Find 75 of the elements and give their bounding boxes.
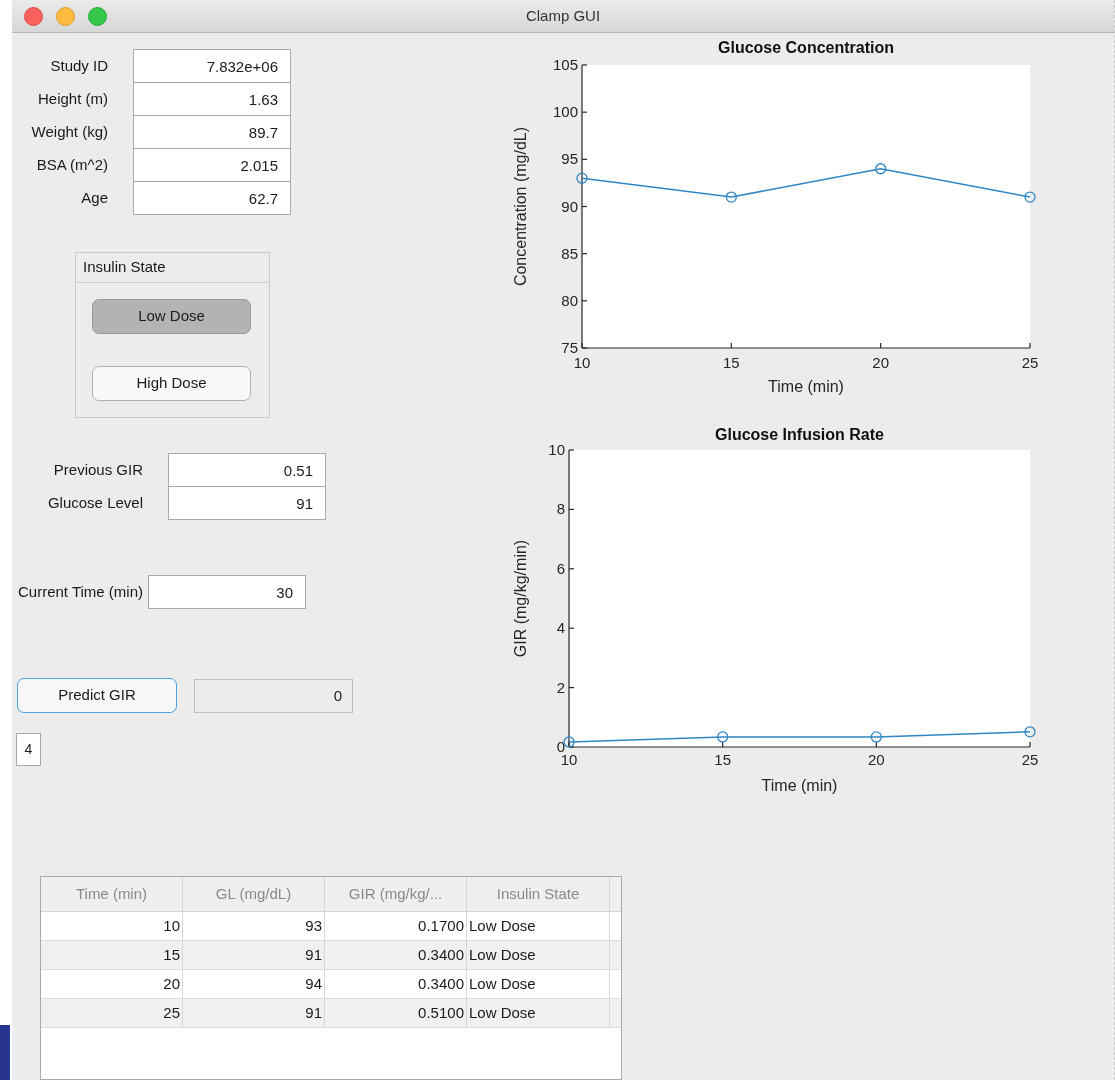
dose-toggle-button[interactable]: Low Dose: [92, 299, 251, 334]
current-time-field[interactable]: 30: [148, 575, 307, 609]
table-cell: Low Dose: [467, 999, 610, 1027]
input-field[interactable]: 89.7: [133, 115, 291, 149]
predict-gir-button[interactable]: Predict GIR: [17, 678, 177, 713]
data-point: [576, 172, 588, 184]
axis-tick-label: 80: [561, 291, 578, 309]
predicted-gir-field[interactable]: 0: [194, 678, 353, 713]
table-cell: Low Dose: [467, 970, 610, 998]
axis-tick-label: 2: [556, 678, 565, 696]
input-field[interactable]: 62.7: [133, 181, 291, 215]
input-field[interactable]: 91: [168, 486, 326, 520]
dose-toggle-button[interactable]: High Dose: [92, 366, 251, 401]
chart-title: Glucose Concentration: [718, 39, 894, 56]
data-point: [875, 163, 887, 175]
axis-tick-label: 10: [548, 441, 565, 458]
chart-title: Glucose Infusion Rate: [715, 426, 884, 443]
table-cell: 91: [183, 941, 325, 969]
table-cell: 15: [41, 941, 183, 969]
axis-tick-label: 25: [1021, 354, 1039, 371]
field-label: Age: [80, 187, 108, 208]
axis-tick-label: 95: [561, 150, 578, 168]
window-title: Clamp GUI: [525, 5, 601, 26]
axis-tick-label: 20: [872, 354, 889, 371]
panel-title: Insulin State: [83, 257, 166, 278]
axis-tick-label: 10: [573, 354, 591, 371]
input-field[interactable]: 2.015: [133, 148, 291, 182]
axis-tick-label: 15: [714, 751, 731, 768]
table-cell: 0.3400: [325, 941, 467, 969]
table-cell: 0.5100: [325, 999, 467, 1027]
input-field[interactable]: 7.832e+06: [133, 49, 291, 83]
field-label: Current Time (min): [18, 581, 144, 602]
table-cell: 0.3400: [325, 970, 467, 998]
table-cell: 91: [183, 999, 325, 1027]
field-label: Previous GIR: [52, 459, 143, 480]
table-cell: Low Dose: [467, 912, 610, 940]
close-button[interactable]: [24, 6, 43, 26]
data-point: [717, 731, 729, 743]
data-point: [870, 731, 882, 743]
maximize-button[interactable]: [88, 6, 107, 26]
field-label: Height (m): [37, 88, 108, 109]
axis-tick-label: 105: [552, 56, 578, 73]
field-label: Glucose Level: [46, 492, 143, 513]
axis-tick-label: 100: [552, 103, 578, 121]
axis-tick-label: 85: [561, 244, 578, 262]
axis-title: Time (min): [761, 777, 838, 794]
axis-tick-label: 75: [561, 339, 578, 356]
field-label: Study ID: [49, 55, 108, 76]
axis-title: GIR (mg/kg/min): [512, 539, 529, 658]
axis-tick-label: 6: [556, 559, 565, 577]
table-cell: 25: [41, 999, 183, 1027]
data-point: [1024, 191, 1036, 203]
data-point: [1024, 726, 1036, 738]
table-cell: 93: [183, 912, 325, 940]
table-cell: 20: [41, 970, 183, 998]
table-cell: 0.1700: [325, 912, 467, 940]
axis-tick-label: 4: [556, 619, 565, 637]
table-cell: 10: [41, 912, 183, 940]
axis-title: Time (min): [768, 378, 844, 395]
count-label: 4: [16, 733, 41, 766]
axis-tick-label: 8: [556, 500, 565, 518]
input-field[interactable]: 0.51: [168, 453, 326, 487]
axis-tick-label: 20: [868, 751, 885, 768]
table-cell: 94: [183, 970, 325, 998]
field-label: Weight (kg): [30, 121, 108, 142]
axis-tick-label: 90: [561, 197, 578, 215]
data-point: [725, 191, 737, 203]
table-cell: Low Dose: [467, 941, 610, 969]
axis-tick-label: 15: [723, 354, 740, 371]
data-point: [563, 736, 575, 748]
input-field[interactable]: 1.63: [133, 82, 291, 116]
axis-title: Concentration (mg/dL): [512, 126, 529, 287]
axis-tick-label: 25: [1021, 751, 1039, 768]
field-label: BSA (m^2): [35, 154, 108, 175]
minimize-button[interactable]: [56, 6, 75, 26]
